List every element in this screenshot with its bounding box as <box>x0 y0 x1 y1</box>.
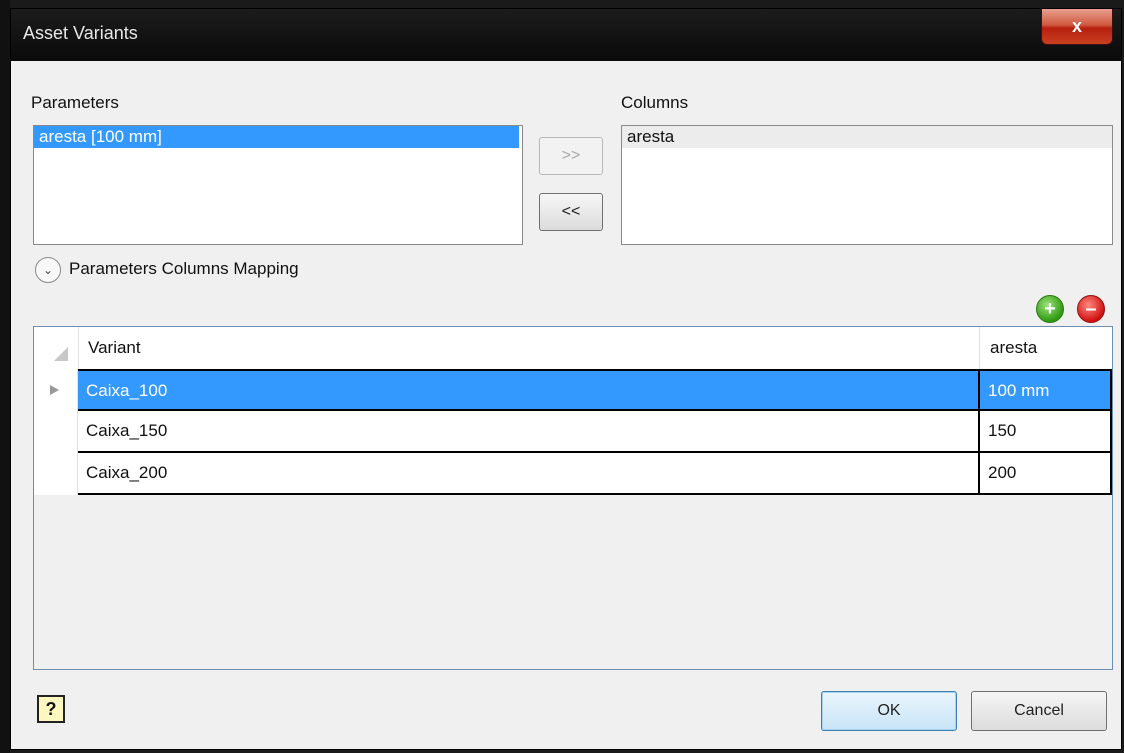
plus-icon: + <box>1044 298 1056 320</box>
variant-cell[interactable]: Caixa_100 <box>78 369 980 411</box>
aresta-cell[interactable]: 100 mm <box>980 369 1112 411</box>
remove-row-button[interactable]: – <box>1077 295 1105 323</box>
cancel-button[interactable]: Cancel <box>971 691 1107 731</box>
table-row[interactable]: Caixa_150 150 <box>34 411 1112 453</box>
row-header[interactable] <box>34 411 78 453</box>
column-item[interactable]: aresta <box>622 126 1112 148</box>
chevron-down-icon: ⌄ <box>42 263 54 277</box>
minus-icon: – <box>1085 298 1097 320</box>
current-row-arrow-icon <box>50 385 59 395</box>
aresta-cell[interactable]: 200 <box>980 453 1112 495</box>
aresta-cell[interactable]: 150 <box>980 411 1112 453</box>
parameter-item[interactable]: aresta [100 mm] <box>34 126 519 148</box>
help-icon: ? <box>45 698 57 719</box>
column-header-variant[interactable]: Variant <box>78 327 980 369</box>
table-row[interactable]: Caixa_100 100 mm <box>34 369 1112 411</box>
close-button[interactable]: x <box>1041 9 1113 45</box>
parameters-label: Parameters <box>31 93 119 112</box>
variants-grid[interactable]: Variant aresta Caixa_100 100 mm Caixa_15… <box>33 326 1113 670</box>
variant-cell[interactable]: Caixa_150 <box>78 411 980 453</box>
help-button[interactable]: ? <box>37 695 65 723</box>
row-header[interactable] <box>34 369 78 411</box>
parameters-list[interactable]: aresta [100 mm] <box>33 125 523 245</box>
column-header-aresta[interactable]: aresta <box>980 327 1112 369</box>
grid-header: Variant aresta <box>34 327 1112 370</box>
variant-cell[interactable]: Caixa_200 <box>78 453 980 495</box>
columns-list[interactable]: aresta <box>621 125 1113 245</box>
remove-column-button[interactable]: << <box>539 193 603 231</box>
mapping-label: Parameters Columns Mapping <box>69 259 299 278</box>
ok-button[interactable]: OK <box>821 691 957 731</box>
table-row[interactable]: Caixa_200 200 <box>34 453 1112 495</box>
corner-triangle-icon <box>54 347 68 361</box>
background-edge <box>0 0 10 753</box>
window-title: Asset Variants <box>23 23 138 43</box>
add-column-button[interactable]: >> <box>539 137 603 175</box>
row-header[interactable] <box>34 453 78 495</box>
asset-variants-dialog: Asset Variants x Parameters aresta [100 … <box>10 8 1122 750</box>
mapping-expander-button[interactable]: ⌄ <box>35 257 61 283</box>
close-icon: x <box>1071 16 1082 36</box>
columns-label: Columns <box>621 93 689 112</box>
select-all-corner[interactable] <box>34 327 79 369</box>
title-bar: Asset Variants x <box>11 9 1121 61</box>
add-row-button[interactable]: + <box>1036 295 1064 323</box>
